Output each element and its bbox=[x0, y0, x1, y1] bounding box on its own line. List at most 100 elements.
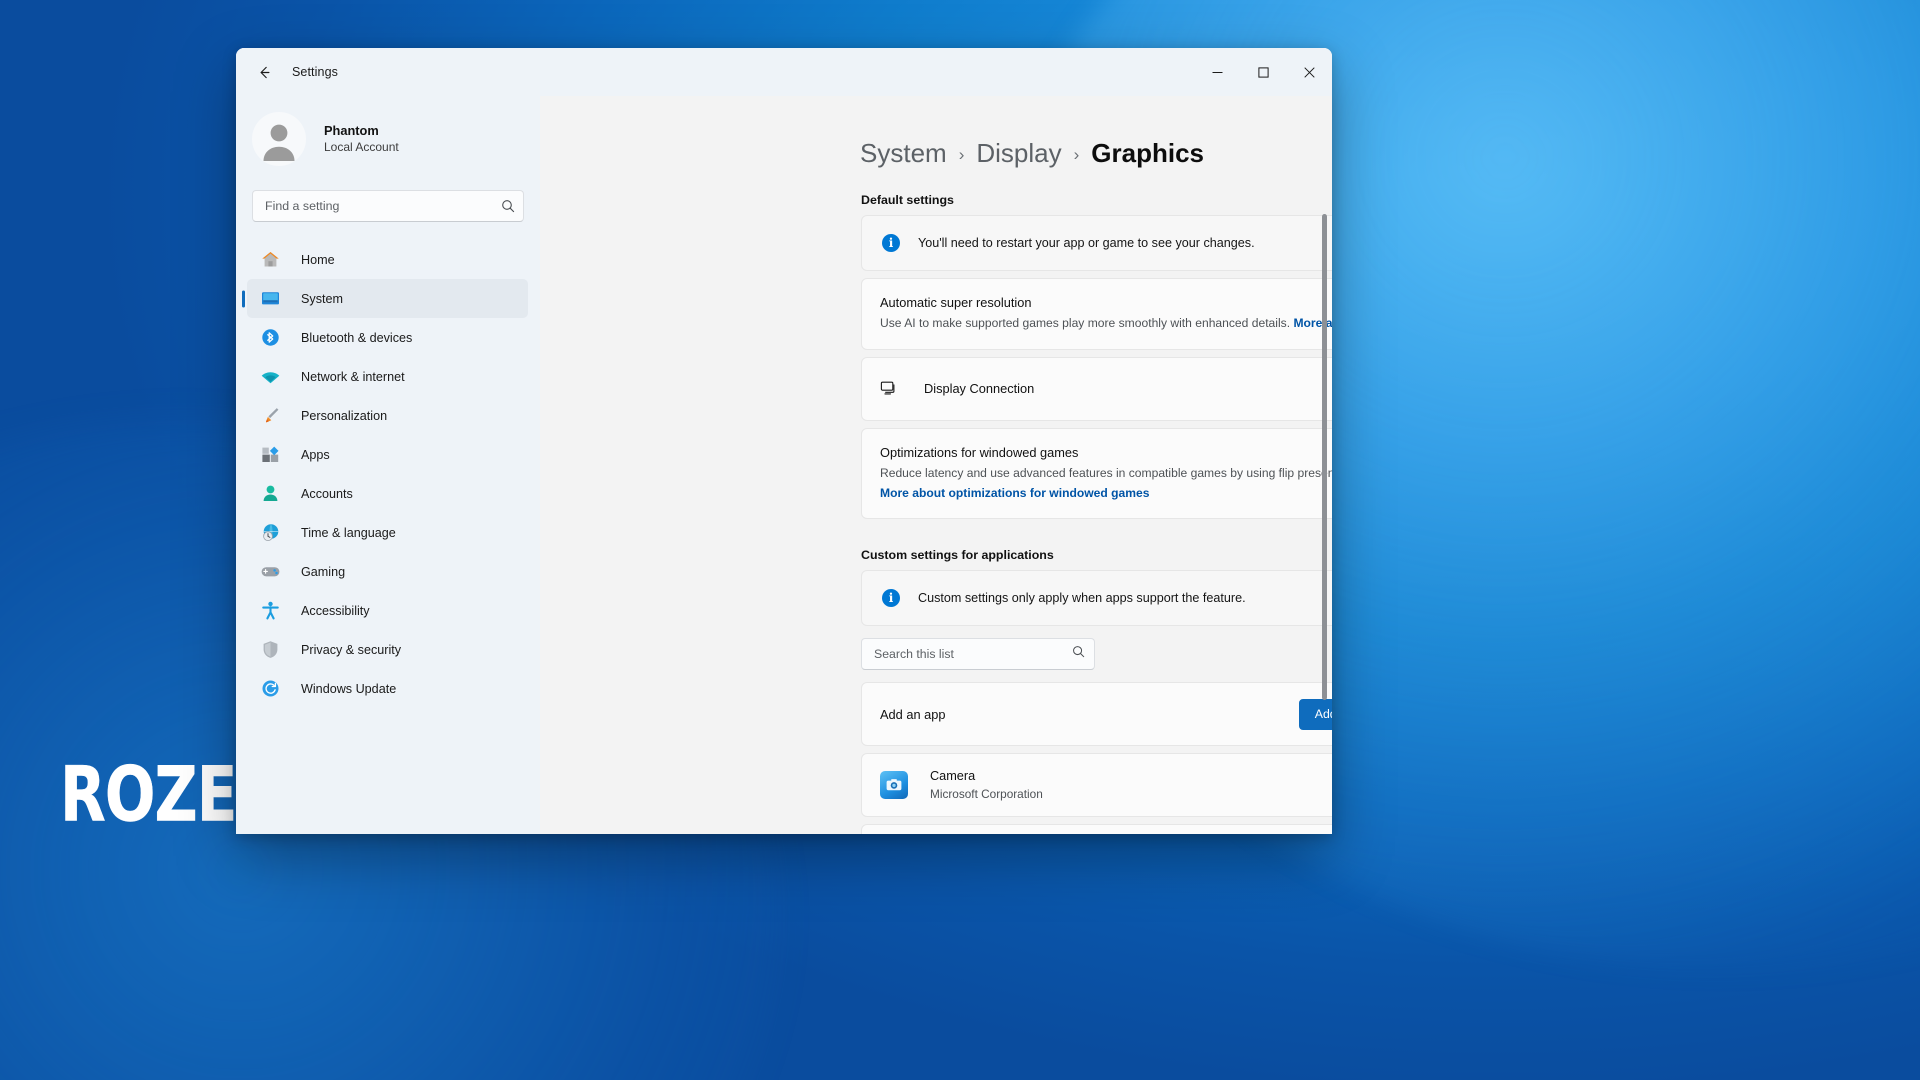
search-input[interactable] bbox=[265, 199, 501, 213]
default-settings-heading: Default settings bbox=[861, 193, 1332, 207]
settings-window: Settings bbox=[236, 48, 1332, 834]
windowed-games-card: Optimizations for windowed games Reduce … bbox=[861, 428, 1332, 519]
sidebar-item-time-language[interactable]: Time & language bbox=[247, 513, 528, 552]
windowed-games-link-wrap: More about optimizations for windowed ga… bbox=[880, 485, 1332, 503]
windowed-games-description: Reduce latency and use advanced features… bbox=[880, 465, 1332, 483]
sidebar-item-label: Privacy & security bbox=[301, 643, 401, 657]
sidebar-item-system[interactable]: System bbox=[247, 279, 528, 318]
sidebar-item-accessibility[interactable]: Accessibility bbox=[247, 591, 528, 630]
main-content: System › Display › Graphics Default sett… bbox=[540, 96, 1332, 834]
title-bar: Settings bbox=[236, 48, 1332, 96]
back-button[interactable] bbox=[246, 56, 282, 88]
add-desktop-app-button[interactable]: Add desktop app bbox=[1299, 699, 1332, 730]
add-app-card: Add an app Add desktop app Add Microsoft… bbox=[861, 682, 1332, 746]
sidebar-item-label: Home bbox=[301, 253, 335, 267]
windowed-games-title: Optimizations for windowed games bbox=[880, 444, 1332, 461]
sidebar-item-label: Time & language bbox=[301, 526, 396, 540]
app-row-microsoft-store[interactable]: Microsoft Store Microsoft Corporation bbox=[861, 824, 1332, 834]
maximize-button[interactable] bbox=[1240, 48, 1286, 96]
close-button[interactable] bbox=[1286, 48, 1332, 96]
brush-icon bbox=[259, 405, 281, 427]
app-row-camera[interactable]: Camera Microsoft Corporation bbox=[861, 753, 1332, 817]
auto-sr-description-text: Use AI to make supported games play more… bbox=[880, 316, 1290, 330]
globe-clock-icon bbox=[259, 522, 281, 544]
list-search-input[interactable] bbox=[874, 647, 1072, 661]
content-scroll-region[interactable]: System › Display › Graphics Default sett… bbox=[540, 96, 1332, 834]
list-search-box[interactable] bbox=[861, 638, 1095, 670]
sidebar-item-personalization[interactable]: Personalization bbox=[247, 396, 528, 435]
bluetooth-icon bbox=[259, 327, 281, 349]
auto-sr-title: Automatic super resolution bbox=[880, 294, 1332, 311]
account-name: Phantom bbox=[324, 123, 399, 139]
update-icon bbox=[259, 678, 281, 700]
accounts-icon bbox=[259, 483, 281, 505]
restart-info-text: You'll need to restart your app or game … bbox=[918, 236, 1255, 250]
window-title: Settings bbox=[292, 65, 338, 79]
sidebar-item-label: Windows Update bbox=[301, 682, 396, 696]
windowed-games-learn-more-link[interactable]: More about optimizations for windowed ga… bbox=[880, 486, 1149, 500]
sidebar-item-network[interactable]: Network & internet bbox=[247, 357, 528, 396]
desktop-background: ROZETKED Settings bbox=[0, 0, 1920, 1080]
sidebar-item-home[interactable]: Home bbox=[247, 240, 528, 279]
breadcrumb-separator: › bbox=[959, 145, 965, 165]
sidebar-item-label: Apps bbox=[301, 448, 330, 462]
auto-sr-text: Automatic super resolution Use AI to mak… bbox=[880, 294, 1332, 333]
breadcrumb: System › Display › Graphics bbox=[860, 138, 1332, 169]
sidebar-item-label: Gaming bbox=[301, 565, 345, 579]
shield-icon bbox=[259, 639, 281, 661]
account-card[interactable]: Phantom Local Account bbox=[252, 110, 540, 168]
windowed-games-text: Optimizations for windowed games Reduce … bbox=[880, 444, 1332, 502]
breadcrumb-system[interactable]: System bbox=[860, 138, 947, 169]
breadcrumb-display[interactable]: Display bbox=[976, 138, 1061, 169]
display-connection-label: Display Connection bbox=[924, 381, 1332, 396]
sidebar-item-label: Network & internet bbox=[301, 370, 405, 384]
camera-app-text: Camera Microsoft Corporation bbox=[930, 768, 1332, 803]
account-text: Phantom Local Account bbox=[324, 123, 399, 154]
scrollbar-thumb[interactable] bbox=[1322, 214, 1327, 700]
wifi-icon bbox=[259, 366, 281, 388]
breadcrumb-graphics: Graphics bbox=[1091, 138, 1204, 169]
sidebar-item-label: Bluetooth & devices bbox=[301, 331, 412, 345]
accessibility-icon bbox=[259, 600, 281, 622]
display-connection-card[interactable]: Display Connection bbox=[861, 357, 1332, 421]
content-scrollbar[interactable] bbox=[1322, 214, 1327, 834]
avatar bbox=[252, 112, 306, 166]
sidebar-item-privacy-security[interactable]: Privacy & security bbox=[247, 630, 528, 669]
window-controls bbox=[1194, 48, 1332, 96]
sidebar-item-label: Accessibility bbox=[301, 604, 370, 618]
info-icon: i bbox=[882, 234, 900, 252]
sidebar-item-windows-update[interactable]: Windows Update bbox=[247, 669, 528, 708]
home-icon bbox=[259, 249, 281, 271]
auto-super-resolution-card: Automatic super resolution Use AI to mak… bbox=[861, 278, 1332, 350]
app-list-filter-row: Filter by: All apps bbox=[861, 637, 1332, 671]
add-app-label: Add an app bbox=[880, 707, 1290, 722]
sidebar-item-label: System bbox=[301, 292, 343, 306]
display-connection-icon bbox=[880, 379, 902, 398]
sidebar-item-bluetooth[interactable]: Bluetooth & devices bbox=[247, 318, 528, 357]
info-icon: i bbox=[882, 589, 900, 607]
restart-info-banner: i You'll need to restart your app or gam… bbox=[861, 215, 1332, 271]
account-type: Local Account bbox=[324, 140, 399, 155]
search-setting-box[interactable] bbox=[252, 190, 524, 222]
custom-settings-heading: Custom settings for applications bbox=[861, 548, 1332, 562]
sidebar-item-accounts[interactable]: Accounts bbox=[247, 474, 528, 513]
system-icon bbox=[259, 288, 281, 310]
apps-icon bbox=[259, 444, 281, 466]
custom-settings-info-banner: i Custom settings only apply when apps s… bbox=[861, 570, 1332, 626]
window-body: Phantom Local Account bbox=[236, 96, 1332, 834]
auto-sr-description: Use AI to make supported games play more… bbox=[880, 315, 1332, 333]
gamepad-icon bbox=[259, 561, 281, 583]
app-publisher: Microsoft Corporation bbox=[930, 787, 1332, 802]
search-icon bbox=[1072, 645, 1085, 663]
sidebar-item-label: Accounts bbox=[301, 487, 353, 501]
sidebar: Phantom Local Account bbox=[236, 96, 540, 834]
sidebar-item-gaming[interactable]: Gaming bbox=[247, 552, 528, 591]
search-icon bbox=[501, 199, 515, 213]
sidebar-item-apps[interactable]: Apps bbox=[247, 435, 528, 474]
minimize-button[interactable] bbox=[1194, 48, 1240, 96]
sidebar-item-label: Personalization bbox=[301, 409, 387, 423]
camera-app-icon bbox=[880, 771, 908, 799]
breadcrumb-separator: › bbox=[1074, 145, 1080, 165]
app-name: Camera bbox=[930, 768, 1332, 785]
custom-settings-info-text: Custom settings only apply when apps sup… bbox=[918, 591, 1246, 605]
